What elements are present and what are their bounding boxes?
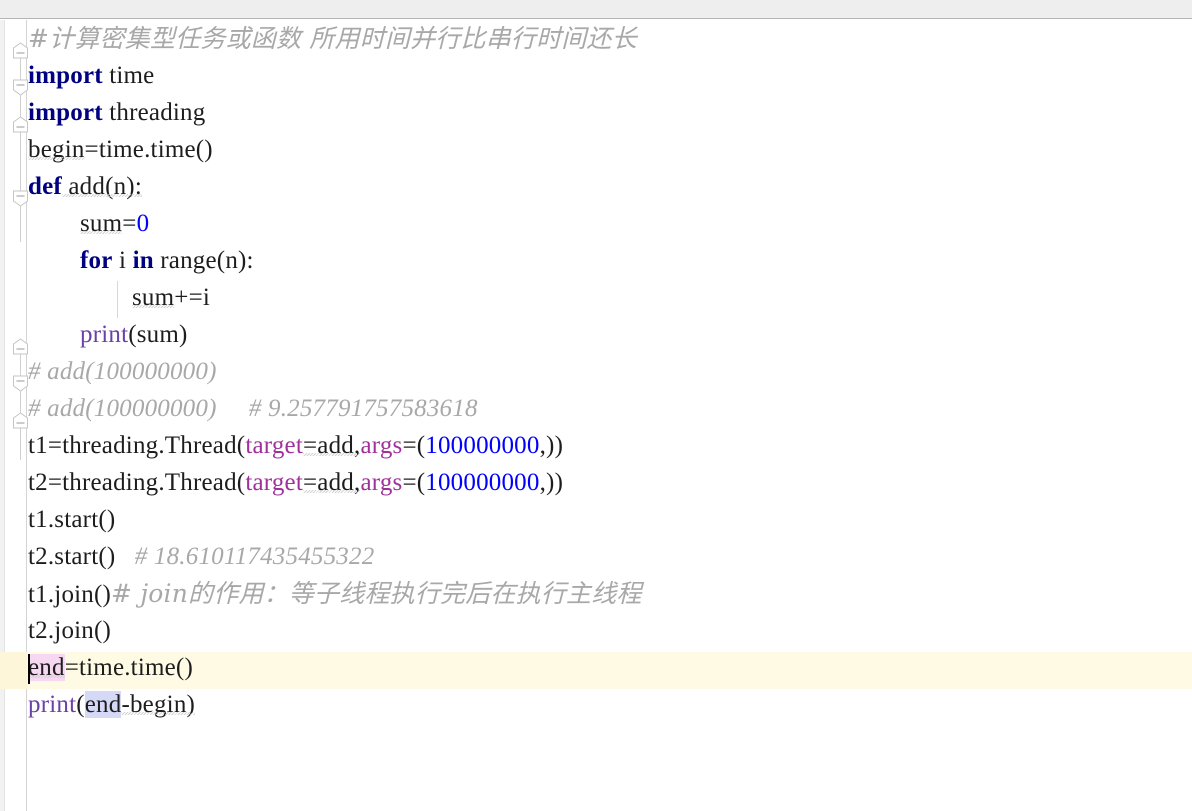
- var-end-read-occurrence: end: [84, 691, 122, 718]
- module-time: time: [109, 62, 155, 89]
- fold-marker-line-11[interactable]: [12, 412, 29, 429]
- t2-start-call: t2.start(): [28, 543, 116, 570]
- window-top-bar: [0, 0, 1192, 19]
- kwarg-args: args: [360, 432, 403, 459]
- end-assignment: =time.time(): [64, 654, 193, 681]
- var-end-write-occurrence: end: [28, 654, 65, 681]
- builtin-print: print: [28, 691, 77, 718]
- keyword-in: in: [132, 247, 154, 274]
- gutter-edge-strip: [0, 20, 5, 811]
- keyword-import: import: [28, 99, 103, 126]
- line-1-comment: #计算密集型任务或函数 所用时间并行比串行时间还长: [28, 24, 637, 53]
- code-line-19[interactable]: print(end-begin): [28, 686, 195, 723]
- code-text-area[interactable]: #计算密集型任务或函数 所用时间并行比串行时间还长 import time im…: [28, 20, 1192, 811]
- line-16-comment: # join的作用：等子线程执行完后在执行主线程: [111, 579, 642, 608]
- code-line-3[interactable]: import threading: [28, 94, 205, 131]
- print-args: (sum): [128, 321, 188, 348]
- fold-marker-line-3[interactable]: [12, 116, 29, 133]
- fold-marker-line-1[interactable]: [12, 42, 29, 59]
- line-11-comment-call: # add(100000000): [28, 395, 217, 422]
- code-line-10[interactable]: # add(100000000): [28, 353, 217, 390]
- number-100000000: 100000000: [425, 432, 540, 459]
- line-10-comment: # add(100000000): [28, 358, 217, 385]
- code-line-5[interactable]: def add(n):: [28, 168, 142, 205]
- func-signature-add: add(n):: [61, 173, 142, 200]
- code-line-16[interactable]: t1.join()# join的作用：等子线程执行完后在执行主线程: [28, 575, 642, 612]
- code-line-12[interactable]: t1=threading.Thread(target=add,args=(100…: [28, 427, 563, 464]
- fold-marker-line-10[interactable]: [12, 375, 29, 392]
- fold-rail-tail: [20, 424, 21, 460]
- t1-join-call: t1.join(): [28, 581, 112, 608]
- fold-marker-line-2[interactable]: [12, 79, 29, 96]
- kwarg-target-value: =add,: [303, 469, 361, 496]
- loop-var-i: i: [112, 247, 133, 274]
- kwarg-target-value: =add,: [303, 432, 361, 459]
- range-call: range(n):: [153, 247, 254, 274]
- keyword-for: for: [80, 247, 113, 274]
- module-threading: threading: [109, 99, 206, 126]
- code-line-14[interactable]: t1.start(): [28, 501, 115, 538]
- builtin-print: print: [80, 321, 129, 348]
- code-line-7[interactable]: for i in range(n):: [28, 242, 254, 279]
- call-time-time: time.time(): [98, 136, 213, 163]
- text-caret: [28, 654, 30, 684]
- code-line-15[interactable]: t2.start() # 18.610117435455322: [28, 538, 374, 575]
- code-line-18[interactable]: end=time.time(): [28, 649, 193, 686]
- code-line-4[interactable]: begin=time.time(): [28, 131, 213, 168]
- print-end-minus-begin: -begin): [121, 691, 196, 718]
- line-15-comment-timing: # 18.610117435455322: [134, 543, 375, 570]
- code-line-11[interactable]: # add(100000000) # 9.257791757583618: [28, 390, 478, 427]
- augmented-assign: +=i: [174, 284, 211, 311]
- t2-join-call: t2.join(): [28, 617, 112, 644]
- code-line-17[interactable]: t2.join(): [28, 612, 111, 649]
- var-sum: sum: [80, 210, 123, 237]
- code-line-13[interactable]: t2=threading.Thread(target=add,args=(100…: [28, 464, 563, 501]
- kwarg-target: target: [245, 469, 303, 496]
- fold-marker-line-5[interactable]: [12, 190, 29, 207]
- code-line-2[interactable]: import time: [28, 57, 154, 94]
- var-sum: sum: [132, 284, 175, 311]
- kwarg-target: target: [245, 432, 303, 459]
- code-line-8[interactable]: sum+=i: [28, 279, 210, 316]
- kwarg-args: args: [360, 469, 403, 496]
- thread-t1-prefix: t1=threading.Thread(: [28, 432, 246, 459]
- code-line-6[interactable]: sum=0: [28, 205, 149, 242]
- line-11-comment-timing: # 9.257791757583618: [248, 395, 478, 422]
- var-begin: begin: [28, 136, 85, 163]
- code-line-1[interactable]: #计算密集型任务或函数 所用时间并行比串行时间还长: [28, 20, 637, 57]
- code-editor[interactable]: #计算密集型任务或函数 所用时间并行比串行时间还长 import time im…: [0, 20, 1192, 811]
- t1-start-call: t1.start(): [28, 506, 116, 533]
- keyword-import: import: [28, 62, 103, 89]
- keyword-def: def: [28, 173, 62, 200]
- thread-t2-prefix: t2=threading.Thread(: [28, 469, 246, 496]
- fold-marker-line-9[interactable]: [12, 338, 29, 355]
- caret-line-gutter-highlight: [0, 652, 27, 689]
- code-line-9[interactable]: print(sum): [28, 316, 188, 353]
- number-zero: 0: [136, 210, 150, 237]
- number-100000000: 100000000: [425, 469, 540, 496]
